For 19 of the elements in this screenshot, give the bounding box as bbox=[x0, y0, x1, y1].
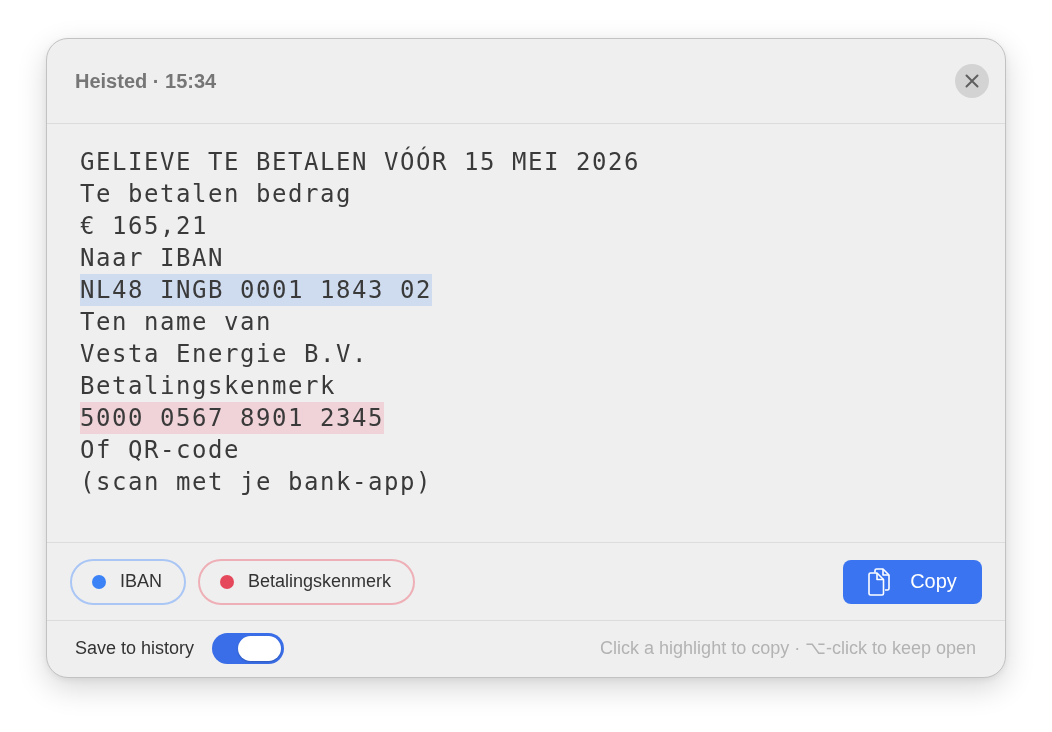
highlight-chip[interactable]: Betalingskenmerk bbox=[198, 558, 416, 605]
text-line: Of QR-code bbox=[80, 435, 240, 466]
text-line: Te betalen bedrag bbox=[80, 179, 352, 210]
text-line: € 165,21 bbox=[80, 211, 208, 242]
text-line: Betalingskenmerk bbox=[80, 371, 336, 402]
highlight-chip[interactable]: IBAN bbox=[70, 558, 186, 605]
close-button[interactable] bbox=[955, 64, 989, 98]
save-to-history-label: Save to history bbox=[75, 637, 195, 659]
close-icon bbox=[965, 74, 979, 88]
text-line: Naar IBAN bbox=[80, 243, 224, 274]
window-title: Heisted · 15:34 bbox=[75, 69, 217, 93]
text-line: GELIEVE TE BETALEN VÓÓR 15 MEI 2026 bbox=[80, 146, 640, 178]
copy-button[interactable]: Copy bbox=[843, 559, 982, 604]
text-line: Vesta Energie B.V. bbox=[80, 339, 368, 370]
hint-text: Click a highlight to copy · ⌥-click to keep open bbox=[600, 637, 976, 659]
toggle-switch[interactable] bbox=[212, 632, 285, 664]
text-line: (scan met je bank-app) bbox=[80, 467, 432, 498]
text-line: Ten name van bbox=[80, 307, 272, 338]
copy-icon bbox=[868, 567, 891, 596]
